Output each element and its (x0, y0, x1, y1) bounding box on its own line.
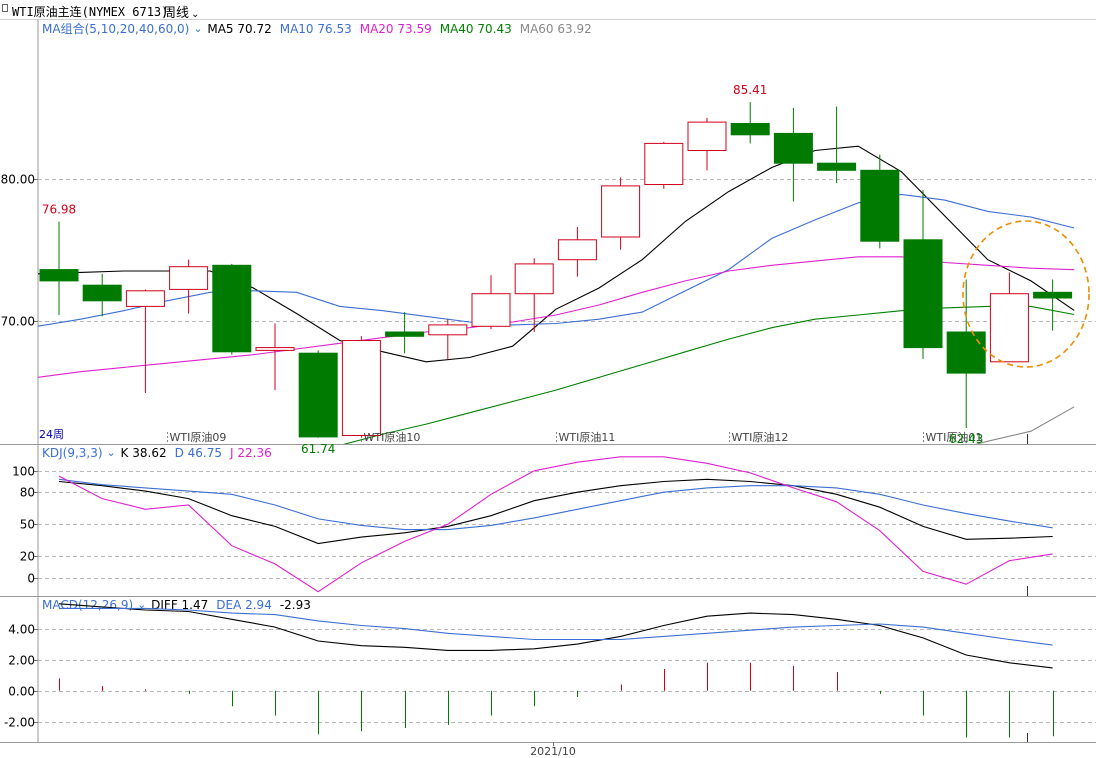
macd-line-diff (58, 603, 1053, 669)
extreme-value-label: 76.98 (42, 203, 76, 217)
price-axis-tick-label: 70.00 (1, 315, 35, 329)
candle-down (860, 169, 900, 242)
macd-axis-tick-label: 0.00 (8, 685, 35, 699)
kdj-legend-item: D 46.75 (175, 446, 222, 460)
ma-legend-title: MA组合(5,10,20,40,60,0) (42, 21, 189, 36)
chart-root: WTI原油主连(NYMEX 6713) 周线 ⌄ 80.00 70.00 100 80 5… (0, 0, 1096, 758)
macd-legend-item: DEA 2.94 (216, 598, 272, 612)
kdj-axis-tick-label: 100 (12, 465, 35, 479)
candle-down (903, 239, 943, 349)
price-axis-tick-label: 80.00 (1, 173, 35, 187)
candle-up (514, 263, 554, 295)
chart-canvas[interactable]: 80.00 70.00 100 80 50 20 0 4.00 2.00 0.00 -2.00 WTI… (0, 0, 1096, 758)
candle-up (687, 121, 727, 151)
ma-legend-item: MA10 76.53 (280, 22, 352, 36)
kdj-line-k (58, 478, 1053, 545)
candle-up (471, 293, 511, 327)
candle-down (730, 123, 770, 136)
candle-down (298, 352, 338, 438)
macd-line-dea (59, 607, 1053, 646)
chevron-down-icon: ⌄ (107, 446, 116, 459)
kdj-legend-item: K 38.62 (121, 446, 167, 460)
period-separator-label: WTI原油09 (170, 430, 227, 444)
candle-down (39, 269, 79, 282)
kdj-legend-title: KDJ(9,3,3) (42, 446, 103, 460)
kdj-axis-tick-label: 50 (20, 518, 35, 532)
candle-up (989, 293, 1029, 363)
kdj-axis-tick-label: 0 (27, 572, 35, 586)
candle-up (644, 142, 684, 185)
ma-legend-item: MA5 70.72 (207, 22, 271, 36)
candle-up (169, 266, 209, 290)
macd-legend-item: -2.93 (280, 598, 311, 612)
x-axis-date-label: 2021/10 (530, 745, 576, 758)
candle-up (125, 290, 165, 307)
candle-up (428, 324, 468, 336)
ma-legend-item: MA40 70.43 (440, 22, 512, 36)
kdj-legend-item: J 22.36 (229, 446, 272, 460)
ma-line-ma60 (974, 406, 1075, 444)
period-separator-label: WTI原油10 (364, 430, 421, 444)
extreme-value-label: 61.74 (301, 442, 335, 456)
candle-down (817, 162, 857, 171)
kdj-line-d (58, 478, 1053, 531)
candle-down (773, 132, 813, 164)
macd-axis-tick-label: -2.00 (4, 716, 35, 730)
macd-axis-tick-label: 2.00 (8, 654, 35, 668)
candle-up (601, 185, 641, 238)
candle-down (82, 284, 122, 302)
candle-down (212, 264, 252, 353)
candle-up (255, 347, 295, 351)
candle-down (1033, 291, 1073, 299)
chevron-down-icon: ⌄ (193, 22, 202, 35)
kdj-axis-tick-label: 20 (20, 550, 35, 564)
extreme-value-label: 85.41 (733, 83, 767, 97)
macd-legend-title: MACD(12,26,9) (42, 598, 133, 612)
candle-down (946, 331, 986, 374)
candle-up (557, 239, 597, 261)
candle-up (341, 340, 381, 436)
kdj-axis-tick-label: 80 (20, 486, 35, 500)
ma-legend-item: MA20 73.59 (360, 22, 432, 36)
period-separator-label: WTI原油11 (559, 430, 616, 444)
period-separator-label: WTI原油12 (732, 430, 789, 444)
period-tag: 24周 (39, 428, 64, 441)
ma-legend-item: MA60 63.92 (520, 22, 592, 36)
candle-down (385, 331, 425, 337)
extreme-value-label: 62.43 (949, 432, 983, 446)
macd-axis-tick-label: 4.00 (8, 623, 35, 637)
